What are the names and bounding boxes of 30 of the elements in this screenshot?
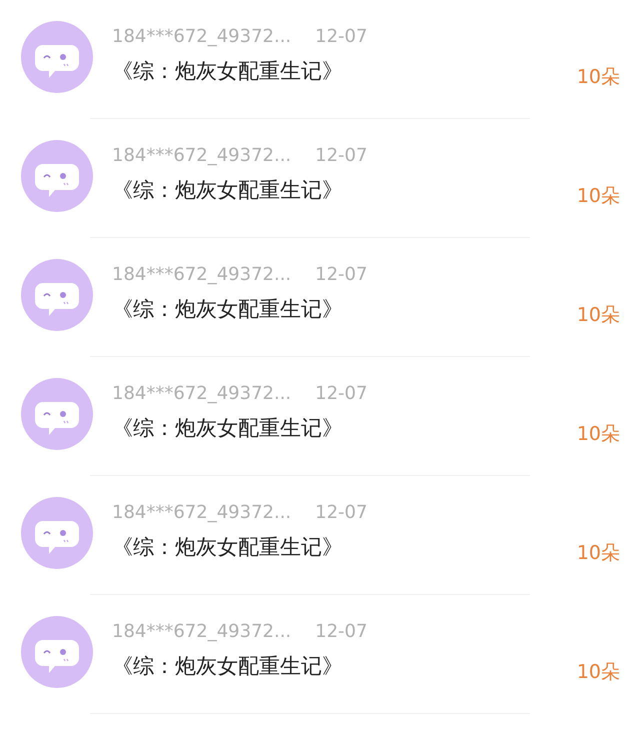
user-name: 184***672_49372... [112,383,292,404]
book-title: 《综：炮灰女配重生记》 [112,296,344,323]
gift-amount: 10朵 [576,65,620,90]
gift-date: 12-07 [315,621,368,642]
avatar-icon [21,21,93,93]
user-name: 184***672_49372... [112,264,292,285]
avatar-icon [21,140,93,212]
gift-amount: 10朵 [576,184,620,209]
gift-amount: 10朵 [576,660,620,685]
user-name: 184***672_49372... [112,145,292,166]
gift-date: 12-07 [315,26,368,47]
user-name: 184***672_49372... [112,502,292,523]
avatar-icon [21,616,93,688]
avatar-icon [21,378,93,450]
gift-amount: 10朵 [576,541,620,566]
gift-date: 12-07 [315,145,368,166]
gift-amount: 10朵 [576,422,620,447]
user-name: 184***672_49372... [112,621,292,642]
avatar-icon [21,259,93,331]
avatar-icon [21,497,93,569]
book-title: 《综：炮灰女配重生记》 [112,415,344,442]
user-name: 184***672_49372... [112,26,292,47]
book-title: 《综：炮灰女配重生记》 [112,534,344,561]
book-title: 《综：炮灰女配重生记》 [112,653,344,680]
book-title: 《综：炮灰女配重生记》 [112,58,344,85]
book-title: 《综：炮灰女配重生记》 [112,177,344,204]
gift-amount: 10朵 [576,303,620,328]
gift-date: 12-07 [315,502,368,523]
gift-date: 12-07 [315,383,368,404]
gift-date: 12-07 [315,264,368,285]
